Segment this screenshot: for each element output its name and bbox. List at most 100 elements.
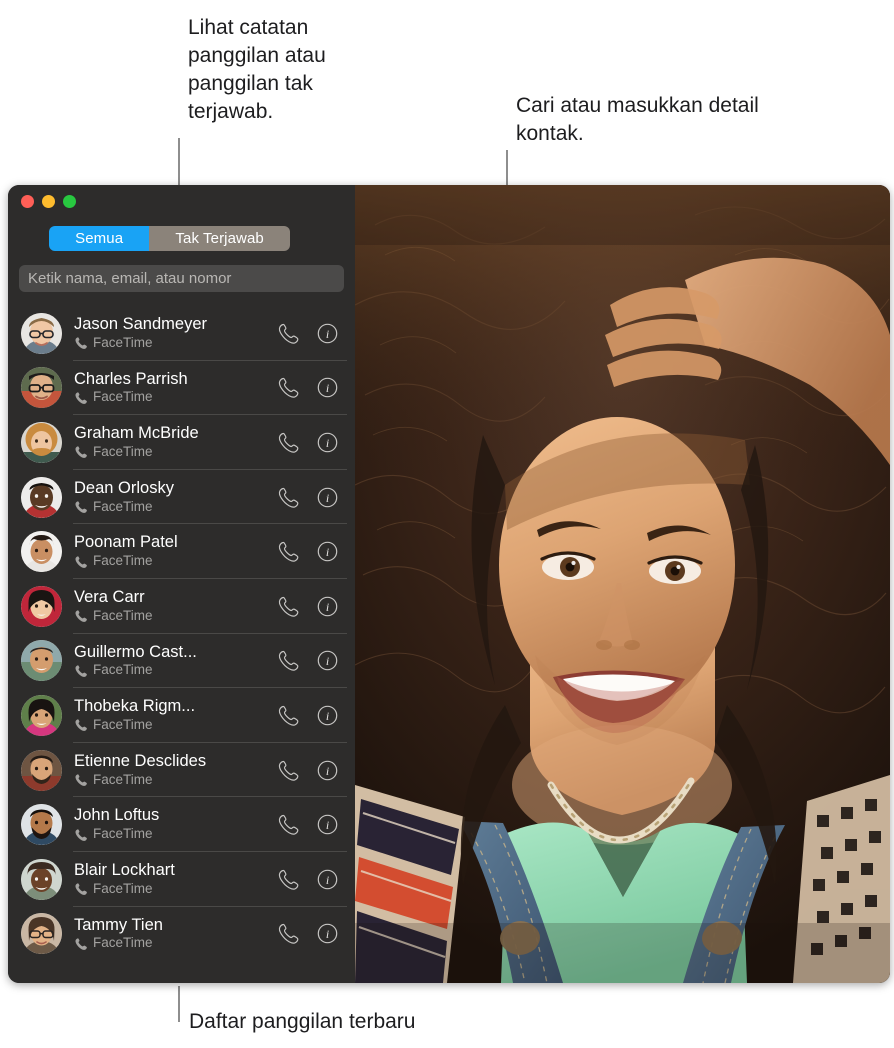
service-label: FaceTime (93, 498, 153, 514)
list-item-text: Jason Sandmeyer FaceTime (62, 316, 277, 351)
phone-icon (75, 665, 87, 677)
phone-icon (75, 555, 87, 568)
info-icon[interactable]: i (316, 759, 339, 782)
info-icon[interactable]: i (316, 704, 339, 727)
contact-service: FaceTime (74, 498, 277, 515)
info-icon[interactable]: i (316, 649, 339, 672)
list-item[interactable]: John Loftus FaceTime i (8, 797, 355, 852)
contact-name: Graham McBride (74, 425, 199, 443)
call-icon[interactable] (277, 431, 300, 454)
contact-service: FaceTime (74, 553, 277, 569)
service-label: FaceTime (93, 716, 153, 732)
info-icon[interactable]: i (316, 431, 339, 454)
page-root: Lihat catatan panggilan atau panggilan t… (0, 0, 894, 1048)
contact-name: Guillermo Cast... (74, 643, 197, 661)
contact-name: John Loftus (74, 807, 160, 825)
contact-service: FaceTime (74, 826, 277, 842)
contact-name: Etienne Desclides (74, 752, 207, 770)
avatar (21, 804, 62, 846)
list-item-text: Vera Carr FaceTime (62, 589, 277, 624)
contact-name: Dean Orlosky (74, 479, 174, 497)
call-icon[interactable] (277, 322, 300, 345)
list-item-actions: i (277, 595, 347, 618)
contact-name: Vera Carr (74, 588, 145, 606)
info-icon[interactable]: i (316, 376, 339, 399)
call-icon[interactable] (277, 922, 300, 945)
svg-text:i: i (326, 927, 329, 941)
svg-text:i: i (326, 381, 329, 395)
avatar (21, 531, 62, 573)
contact-service: FaceTime (74, 881, 277, 897)
phone-icon (75, 774, 87, 786)
zoom-button[interactable] (63, 195, 76, 208)
list-item-text: Tammy Tien FaceTime (62, 917, 277, 952)
list-item-actions: i (277, 704, 347, 727)
list-item[interactable]: Poonam Patel FaceTime i (8, 524, 355, 579)
video-preview[interactable] (355, 185, 890, 983)
contact-service: FaceTime (74, 716, 277, 733)
call-icon[interactable] (277, 486, 300, 509)
segment-missed[interactable]: Tak Terjawab (149, 226, 290, 251)
callout-call-records: Lihat catatan panggilan atau panggilan t… (188, 16, 326, 124)
list-item[interactable]: Graham McBride FaceTime i (8, 415, 355, 470)
list-item[interactable]: Thobeka Rigm... FaceTime i (8, 688, 355, 743)
phone-icon (75, 719, 87, 732)
info-icon[interactable]: i (316, 486, 339, 509)
info-icon[interactable]: i (316, 813, 339, 836)
svg-text:i: i (326, 763, 329, 777)
contact-service: FaceTime (74, 335, 277, 351)
call-icon[interactable] (277, 595, 300, 618)
search-input[interactable] (28, 270, 335, 287)
info-icon[interactable]: i (316, 322, 339, 345)
close-button[interactable] (21, 195, 34, 208)
call-filter-segmented-control[interactable]: Semua Tak Terjawab (49, 226, 290, 251)
contact-name: Jason Sandmeyer (74, 315, 207, 333)
segment-all[interactable]: Semua (49, 226, 150, 251)
contact-name: Charles Parrish (74, 370, 188, 388)
call-icon[interactable] (277, 813, 300, 836)
service-label: FaceTime (93, 607, 153, 623)
facetime-window: Semua Tak Terjawab Ketik nama, email, at… (8, 185, 890, 983)
call-icon[interactable] (277, 759, 300, 782)
info-icon[interactable]: i (316, 922, 339, 945)
list-item[interactable]: Blair Lockhart FaceTime i (8, 852, 355, 907)
svg-text:i: i (326, 490, 329, 504)
svg-text:i: i (326, 873, 329, 887)
list-item-text: Graham McBride FaceTime (62, 425, 277, 460)
list-item-actions: i (277, 922, 347, 945)
list-item[interactable]: Etienne Desclides FaceTime i (8, 743, 355, 798)
call-icon[interactable] (277, 376, 300, 399)
call-icon[interactable] (277, 540, 300, 563)
search-field[interactable] (19, 265, 344, 292)
service-label: FaceTime (93, 662, 153, 678)
info-icon[interactable]: i (316, 595, 339, 618)
list-item-actions: i (277, 759, 347, 782)
contact-name: Blair Lockhart (74, 861, 175, 879)
avatar (21, 367, 62, 409)
call-icon[interactable] (277, 868, 300, 891)
list-item[interactable]: Dean Orlosky FaceTime i (8, 470, 355, 525)
svg-text:i: i (326, 654, 329, 668)
contact-name: Poonam Patel (74, 534, 178, 552)
minimize-button[interactable] (42, 195, 55, 208)
list-item[interactable]: Charles Parrish FaceTime i (8, 361, 355, 416)
avatar (21, 585, 62, 627)
svg-text:i: i (326, 709, 329, 723)
service-label: FaceTime (93, 935, 153, 951)
call-icon[interactable] (277, 704, 300, 727)
list-item-actions: i (277, 813, 347, 836)
info-icon[interactable]: i (316, 868, 339, 891)
list-item[interactable]: Guillermo Cast... FaceTime i (8, 634, 355, 689)
svg-text:i: i (326, 327, 329, 341)
recent-calls-list[interactable]: Jason Sandmeyer FaceTime i Charles Parri… (8, 306, 355, 983)
phone-icon (75, 610, 87, 623)
list-item[interactable]: Tammy Tien FaceTime i (8, 907, 355, 962)
list-item-actions: i (277, 868, 347, 891)
list-item[interactable]: Jason Sandmeyer FaceTime i (8, 306, 355, 361)
list-item[interactable]: Vera Carr FaceTime i (8, 579, 355, 634)
call-icon[interactable] (277, 649, 300, 672)
avatar (21, 749, 62, 791)
info-icon[interactable]: i (316, 540, 339, 563)
contact-name: Tammy Tien (74, 916, 163, 934)
list-item-actions: i (277, 540, 347, 563)
